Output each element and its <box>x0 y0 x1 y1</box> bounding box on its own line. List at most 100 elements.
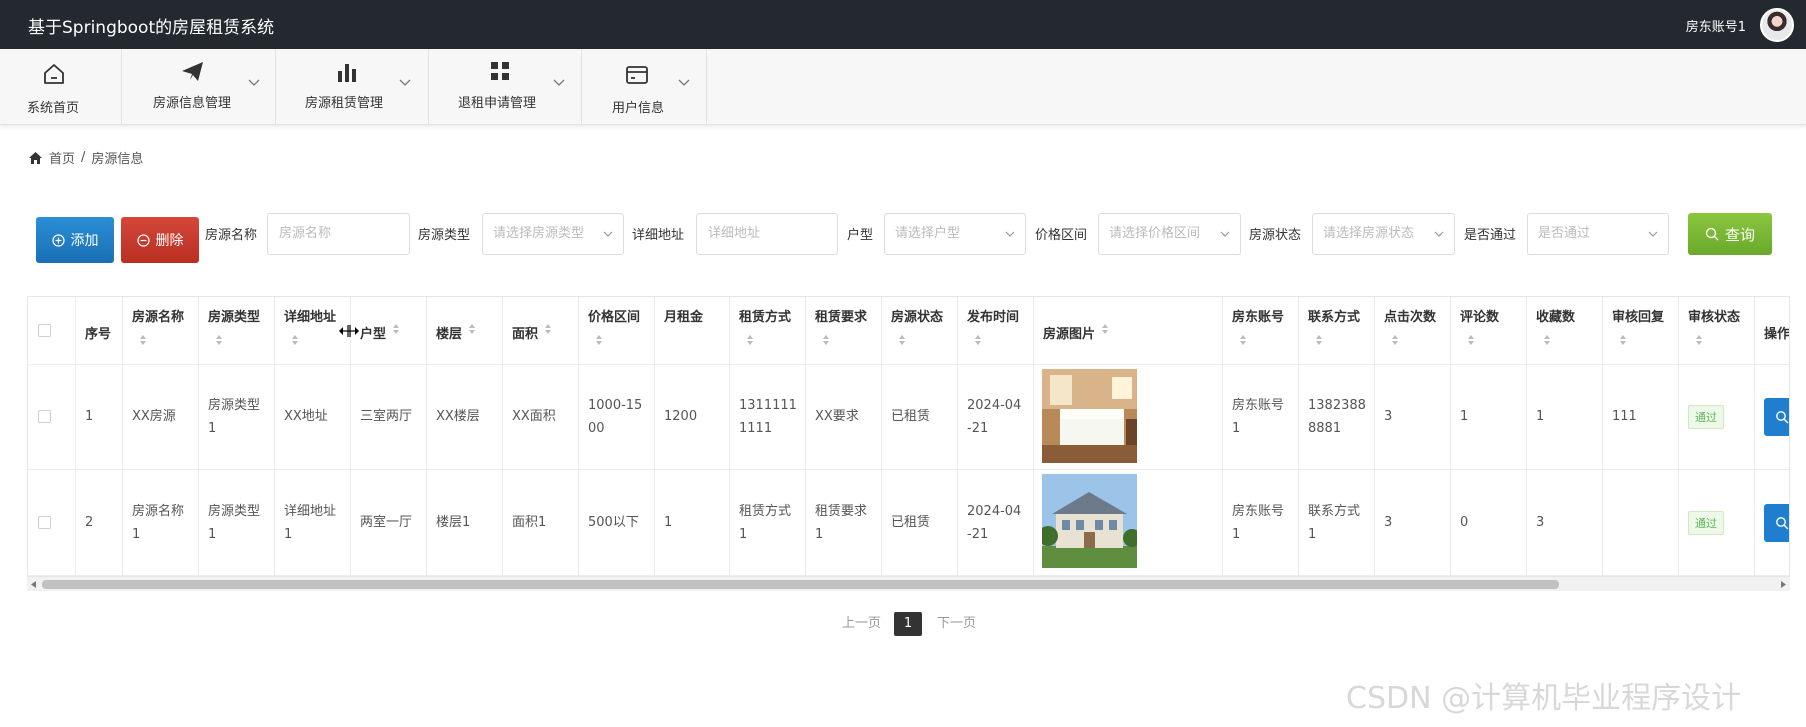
sort-icon[interactable] <box>898 334 906 346</box>
query-button[interactable]: 查询 <box>1688 213 1772 255</box>
col-header-favorites[interactable]: 收藏数 <box>1536 306 1575 325</box>
status-select[interactable]: 请选择房源状态 <box>1312 213 1455 255</box>
scroll-left-icon[interactable] <box>31 581 37 588</box>
nav-item-home[interactable]: 系统首页 <box>0 49 122 125</box>
cell-lease-mode: 租赁方式 1 <box>739 504 792 542</box>
horizontal-scrollbar[interactable] <box>27 576 1790 591</box>
search-icon <box>1776 517 1789 530</box>
chevron-down-icon <box>1005 231 1015 237</box>
col-divider <box>1754 297 1755 577</box>
sort-icon[interactable] <box>1315 334 1323 346</box>
col-divider <box>957 297 958 577</box>
next-page-link[interactable]: 下一页 <box>937 612 976 631</box>
sort-icon[interactable] <box>1695 334 1703 346</box>
col-header-publish-time[interactable]: 发布时间 <box>967 306 1019 325</box>
top-bar: 基于Springboot的房屋租赁系统 房东账号1 <box>0 0 1806 49</box>
sort-icon[interactable] <box>1391 334 1399 346</box>
delete-button[interactable]: 删除 <box>121 217 199 263</box>
layout-select[interactable]: 请选择户型 <box>884 213 1026 255</box>
cell-layout: 三室两厅 <box>360 409 413 424</box>
breadcrumb-home[interactable]: 首页 <box>49 148 75 167</box>
sort-icon[interactable] <box>392 323 400 335</box>
col-header-area[interactable]: 面积 <box>512 323 538 342</box>
type-select-placeholder: 请选择房源类型 <box>493 226 585 241</box>
col-header-lease-req[interactable]: 租赁要求 <box>815 306 867 325</box>
col-header-contact[interactable]: 联系方式 <box>1308 306 1360 325</box>
listing-photo-bedroom[interactable] <box>1042 369 1137 463</box>
sort-icon[interactable] <box>468 323 476 335</box>
col-divider <box>881 297 882 577</box>
col-header-clicks[interactable]: 点击次数 <box>1384 306 1436 325</box>
sort-icon[interactable] <box>595 334 603 346</box>
sort-icon[interactable] <box>1239 334 1247 346</box>
sort-icon[interactable] <box>746 334 754 346</box>
address-input[interactable]: 详细地址 <box>696 213 838 255</box>
cell-floor: XX楼层 <box>436 409 480 424</box>
sort-icon[interactable] <box>1619 334 1627 346</box>
col-header-review-status[interactable]: 审核状态 <box>1688 306 1740 325</box>
col-divider <box>805 297 806 577</box>
col-header-image[interactable]: 房源图片 <box>1043 323 1095 342</box>
col-divider <box>426 297 427 577</box>
prev-page-link[interactable]: 上一页 <box>842 612 881 631</box>
user-name[interactable]: 房东账号1 <box>1686 16 1746 35</box>
col-header-type[interactable]: 房源类型 <box>208 306 260 325</box>
sort-icon[interactable] <box>139 334 147 346</box>
row-checkbox[interactable] <box>38 516 51 529</box>
chevron-down-icon <box>603 231 613 237</box>
cell-contact: 1382388 8881 <box>1308 398 1366 436</box>
cell-review-reply: 111 <box>1612 409 1637 424</box>
sort-icon[interactable] <box>544 323 552 335</box>
col-header-name[interactable]: 房源名称 <box>132 306 184 325</box>
sort-icon[interactable] <box>215 334 223 346</box>
cell-layout: 两室一厅 <box>360 515 413 530</box>
nav-item-rentals[interactable]: 房源租赁管理 <box>276 49 429 125</box>
add-button[interactable]: 添加 <box>36 217 114 263</box>
price-select[interactable]: 请选择价格区间 <box>1098 213 1241 255</box>
home-icon <box>44 64 64 84</box>
current-page[interactable]: 1 <box>894 612 922 636</box>
col-divider <box>502 297 503 577</box>
avatar[interactable] <box>1760 8 1794 42</box>
breadcrumb-current: 房源信息 <box>91 152 144 167</box>
col-divider <box>1033 297 1034 577</box>
query-button-label: 查询 <box>1724 226 1755 244</box>
filter-label-type: 房源类型 <box>418 228 471 243</box>
col-divider <box>1222 297 1223 577</box>
listing-photo-villa[interactable] <box>1042 474 1137 568</box>
col-header-comments[interactable]: 评论数 <box>1460 306 1499 325</box>
nav-item-user-info[interactable]: 用户信息 <box>582 49 707 125</box>
col-header-review-reply[interactable]: 审核回复 <box>1612 306 1664 325</box>
nav-label-user-info: 用户信息 <box>612 101 665 116</box>
nav-item-listings[interactable]: 房源信息管理 <box>122 49 276 125</box>
name-input[interactable]: 房源名称 <box>267 213 410 255</box>
col-header-owner[interactable]: 房东账号 <box>1232 306 1284 325</box>
cell-price-range: 1000-15 00 <box>588 398 643 436</box>
view-button[interactable] <box>1764 398 1789 436</box>
col-header-floor[interactable]: 楼层 <box>436 323 462 342</box>
filter-label-price: 价格区间 <box>1035 228 1088 243</box>
col-header-lease-mode[interactable]: 租赁方式 <box>739 306 791 325</box>
col-header-address[interactable]: 详细地址 <box>284 306 336 325</box>
col-header-layout[interactable]: 户型 <box>360 323 386 342</box>
nav-item-checkout[interactable]: 退租申请管理 <box>429 49 582 125</box>
sort-icon[interactable] <box>822 334 830 346</box>
sort-icon[interactable] <box>974 334 982 346</box>
col-header-status[interactable]: 房源状态 <box>891 306 943 325</box>
select-all-checkbox[interactable] <box>38 324 51 337</box>
col-header-price-range[interactable]: 价格区间 <box>588 306 640 325</box>
approved-select[interactable]: 是否通过 <box>1527 213 1669 255</box>
cell-favorites: 1 <box>1536 409 1545 424</box>
scroll-right-icon[interactable] <box>1780 581 1786 588</box>
cell-name: 房源名称 1 <box>132 504 185 542</box>
sort-icon[interactable] <box>1101 323 1109 335</box>
type-select[interactable]: 请选择房源类型 <box>482 213 624 255</box>
sort-icon[interactable] <box>1467 334 1475 346</box>
sort-icon[interactable] <box>291 334 299 346</box>
scrollbar-thumb[interactable] <box>42 580 1559 589</box>
col-divider <box>1374 297 1375 577</box>
view-button[interactable] <box>1764 504 1789 542</box>
cell-rent: 1200 <box>664 409 698 424</box>
row-checkbox[interactable] <box>38 410 51 423</box>
sort-icon[interactable] <box>1543 334 1551 346</box>
